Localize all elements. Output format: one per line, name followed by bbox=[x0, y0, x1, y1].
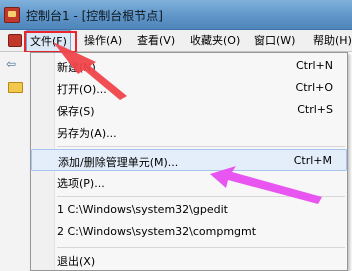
annotation-arrows bbox=[53, 42, 322, 204]
red-arrow-shape bbox=[53, 42, 127, 100]
magenta-arrow-shape bbox=[210, 166, 322, 204]
